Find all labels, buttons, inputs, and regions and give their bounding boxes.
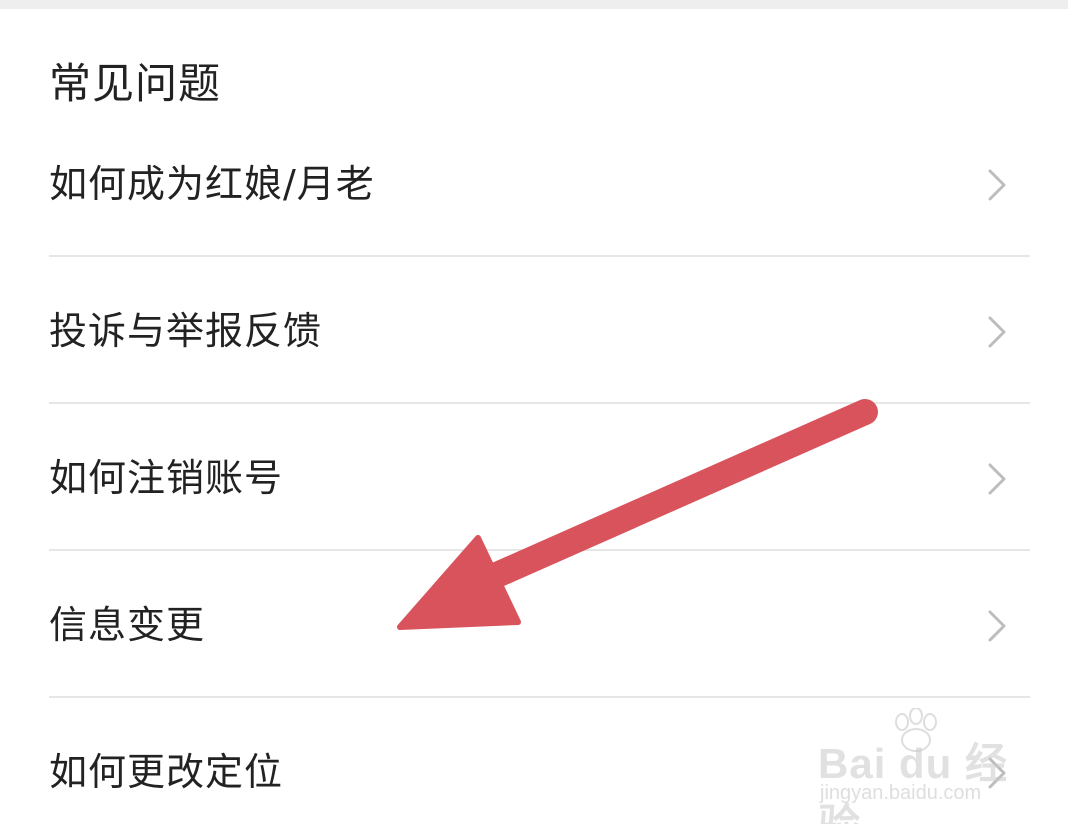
faq-item-info-change[interactable]: 信息变更 bbox=[0, 551, 1068, 698]
chevron-right-icon bbox=[988, 610, 1006, 642]
faq-item-label: 如何注销账号 bbox=[49, 456, 284, 500]
faq-page: 常见问题 如何成为红娘/月老 投诉与举报反馈 如何注销账号 信息变更 如何更改定… bbox=[0, 0, 1068, 824]
faq-list: 如何成为红娘/月老 投诉与举报反馈 如何注销账号 信息变更 如何更改定位 bbox=[0, 110, 1068, 824]
faq-item-label: 信息变更 bbox=[49, 603, 206, 647]
chevron-right-icon bbox=[988, 757, 1006, 789]
faq-item-change-location[interactable]: 如何更改定位 bbox=[0, 698, 1068, 824]
faq-item-label: 如何成为红娘/月老 bbox=[49, 162, 375, 206]
top-strip bbox=[0, 0, 1068, 9]
faq-item-label: 投诉与举报反馈 bbox=[49, 309, 323, 353]
faq-item-label: 如何更改定位 bbox=[49, 750, 284, 794]
faq-item-delete-account[interactable]: 如何注销账号 bbox=[0, 404, 1068, 551]
chevron-right-icon bbox=[988, 316, 1006, 348]
faq-item-become-matchmaker[interactable]: 如何成为红娘/月老 bbox=[0, 110, 1068, 257]
section-title: 常见问题 bbox=[49, 59, 222, 108]
faq-item-complaint-report[interactable]: 投诉与举报反馈 bbox=[0, 257, 1068, 404]
chevron-right-icon bbox=[988, 169, 1006, 201]
chevron-right-icon bbox=[988, 463, 1006, 495]
